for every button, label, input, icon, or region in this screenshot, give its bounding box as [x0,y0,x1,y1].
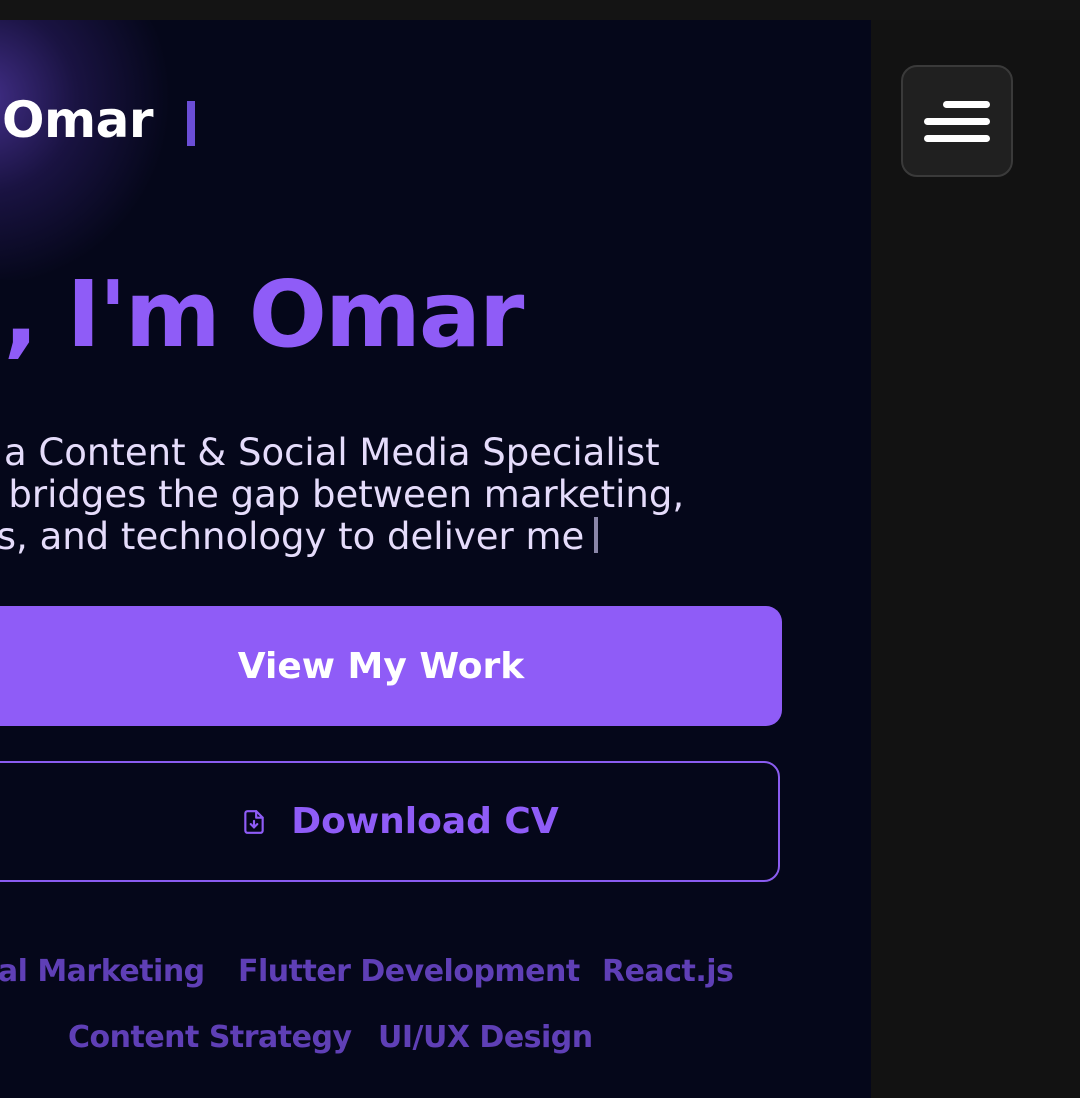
page: Omar i, I'm Omar a Content & Social Medi… [0,0,1080,1098]
hamburger-menu-icon-bar [924,118,990,125]
hero-description: a Content & Social Media Specialist o br… [0,432,814,558]
hero-description-line: es, and technology to deliver me [0,516,814,558]
skill-tag: tal Marketing [0,954,205,989]
skill-tag: React.js [602,954,734,989]
hamburger-menu-icon-bar [943,101,990,108]
hamburger-menu-icon-bar [924,135,990,142]
typing-cursor [594,517,599,553]
hero-description-line: o bridges the gap between marketing, [0,473,685,516]
site-logo[interactable]: Omar [2,90,154,150]
file-download-icon [241,809,267,835]
view-my-work-button[interactable]: View My Work [0,606,782,726]
background-glow [0,20,180,280]
view-my-work-label: View My Work [237,645,525,687]
hero-section: Omar i, I'm Omar a Content & Social Medi… [0,20,871,1098]
hero-description-line-text: es, and technology to deliver me [0,515,585,558]
skill-tag: UI/UX Design [378,1020,593,1055]
menu-button[interactable] [901,65,1013,177]
download-cv-button[interactable]: Download CV [0,761,780,882]
skill-tag: Flutter Development [238,954,580,989]
download-cv-label: Download CV [291,801,559,842]
logo-typing-cursor [187,101,195,146]
skill-tag: Content Strategy [68,1020,352,1055]
top-bar [0,0,1080,20]
hero-title: i, I'm Omar [0,261,524,368]
hero-description-line: a Content & Social Media Specialist [4,431,660,474]
